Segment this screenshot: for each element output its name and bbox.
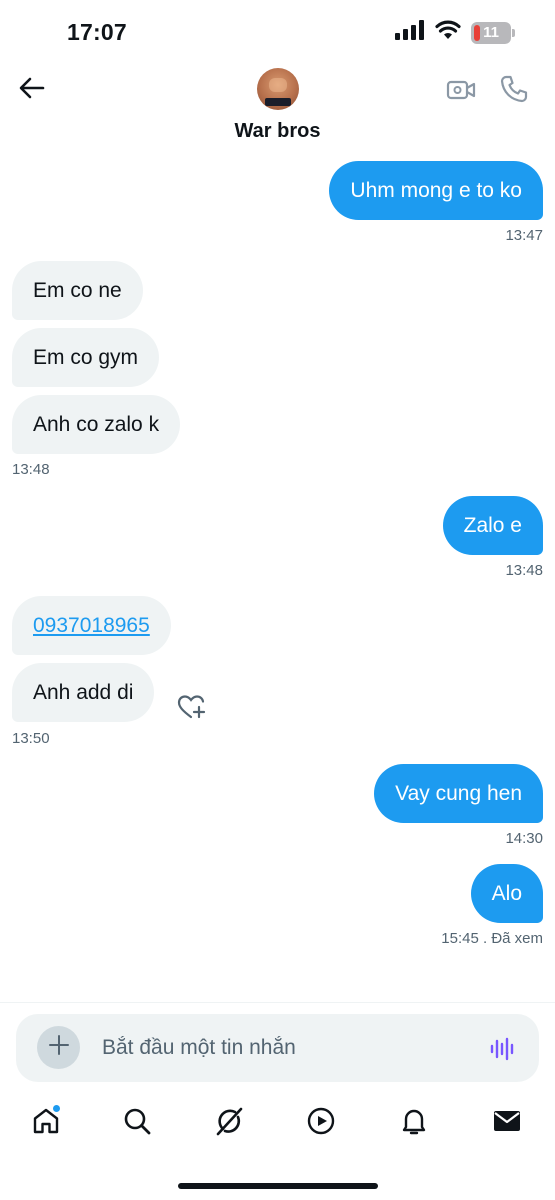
status-time: 17:07 bbox=[67, 19, 127, 45]
status-icons: 11 bbox=[395, 20, 515, 45]
voice-message-button[interactable] bbox=[490, 1036, 516, 1062]
signal-icon bbox=[395, 20, 425, 45]
tab-grok[interactable] bbox=[213, 1106, 247, 1140]
message-bubble-received[interactable]: Anh add di bbox=[12, 663, 155, 722]
chat-header: War bros bbox=[0, 60, 555, 155]
message-bubble-received[interactable]: Em co ne bbox=[12, 261, 143, 320]
voice-icon bbox=[490, 1037, 516, 1066]
tab-notifications[interactable] bbox=[397, 1106, 431, 1140]
battery-icon: 11 bbox=[471, 21, 515, 44]
status-bar: 17:07 11 bbox=[0, 0, 555, 60]
heart-plus-icon bbox=[177, 695, 207, 725]
bottom-tab-bar bbox=[0, 1100, 555, 1150]
tab-messages[interactable] bbox=[490, 1106, 524, 1140]
battery-level: 11 bbox=[483, 23, 499, 41]
phone-icon bbox=[499, 75, 529, 108]
chat-title[interactable]: War bros bbox=[0, 120, 555, 143]
message-timestamp: 13:47 bbox=[505, 227, 543, 244]
message-bubble-sent[interactable]: Alo bbox=[470, 864, 543, 923]
avatar[interactable] bbox=[257, 68, 299, 110]
message-composer bbox=[16, 1014, 539, 1082]
play-icon bbox=[306, 1106, 336, 1141]
wifi-icon bbox=[435, 20, 461, 45]
message-timestamp: 13:48 bbox=[12, 461, 50, 478]
plus-icon bbox=[48, 1034, 70, 1061]
phone-call-button[interactable] bbox=[499, 74, 529, 104]
video-call-button[interactable] bbox=[446, 76, 476, 104]
tab-search[interactable] bbox=[120, 1106, 154, 1140]
grok-icon bbox=[214, 1105, 246, 1142]
message-bubble-received[interactable]: Anh co zalo k bbox=[12, 395, 181, 454]
message-bubble-received[interactable]: 0937018965 bbox=[12, 596, 171, 655]
tab-video[interactable] bbox=[304, 1106, 338, 1140]
message-read-status: 15:45 . Đã xem bbox=[441, 930, 543, 947]
message-timestamp: 13:50 bbox=[12, 730, 50, 747]
phone-number-link[interactable]: 0937018965 bbox=[33, 615, 150, 636]
message-input[interactable] bbox=[102, 1014, 472, 1082]
search-icon bbox=[122, 1106, 152, 1141]
message-bubble-sent[interactable]: Zalo e bbox=[442, 496, 543, 555]
message-bubble-sent[interactable]: Uhm mong e to ko bbox=[329, 161, 543, 220]
messages-icon bbox=[492, 1106, 522, 1141]
add-reaction-button[interactable] bbox=[177, 693, 207, 721]
message-timestamp: 13:48 bbox=[505, 562, 543, 579]
message-bubble-sent[interactable]: Vay cung hen bbox=[374, 764, 543, 823]
composer-divider bbox=[0, 1002, 555, 1003]
message-timestamp: 14:30 bbox=[505, 830, 543, 847]
message-thread[interactable]: Uhm mong e to ko 13:47 Em co ne Em co gy… bbox=[0, 155, 555, 1000]
home-indicator bbox=[178, 1183, 378, 1189]
notifications-icon bbox=[399, 1106, 429, 1141]
home-notification-dot bbox=[52, 1104, 61, 1113]
back-arrow-icon bbox=[19, 77, 45, 104]
message-bubble-received[interactable]: Em co gym bbox=[12, 328, 160, 387]
video-camera-icon bbox=[446, 80, 476, 108]
back-button[interactable] bbox=[16, 74, 48, 106]
attach-button[interactable] bbox=[37, 1026, 80, 1069]
